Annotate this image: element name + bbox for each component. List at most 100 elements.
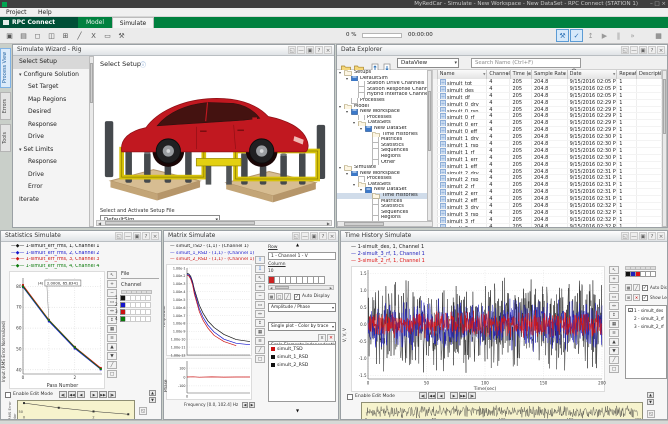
table-row[interactable]: simult_tgt4205204.89/15/2016 02:05 PM1 <box>433 79 662 86</box>
time-tool-icon[interactable]: ╱ <box>609 356 619 364</box>
expander-icon[interactable]: ▾ <box>19 69 22 82</box>
matrix-file-item[interactable]: simult_1_RSD <box>269 353 335 361</box>
filter-icon[interactable]: ▼ <box>563 70 565 79</box>
table-row[interactable]: simult_1_err4205204.89/15/2016 02:30 PM1 <box>433 155 662 162</box>
matrix-cell-strip[interactable] <box>268 276 324 284</box>
freq-next-button[interactable]: ▶ <box>249 402 255 408</box>
help-icon[interactable]: ? <box>315 46 323 54</box>
table-row[interactable]: simult_df4205204.89/15/2016 02:05 PM1 <box>433 93 662 100</box>
wizard-step-iterate[interactable]: Iterate <box>13 194 93 207</box>
time-tool-icon[interactable]: ▦ <box>609 320 619 328</box>
matrix-display-icon[interactable]: ▦ <box>268 293 275 300</box>
time-page-up-button[interactable]: ▲ <box>647 392 654 398</box>
table-row[interactable]: simult_2_rf4205204.89/15/2016 02:31 PM1 <box>433 182 662 189</box>
time-file-list[interactable]: ✓1 - simult_des2 - simult_3_rf3 - simult… <box>625 305 667 379</box>
search-input[interactable]: Search Name (Ctrl+F) <box>471 58 581 68</box>
stats-nav-prev-button[interactable]: ◀ <box>77 391 85 398</box>
column-header-channels[interactable]: Channels▼ <box>487 70 510 79</box>
table-row[interactable]: simult_2_drv4205204.89/15/2016 02:31 PM1 <box>433 169 662 176</box>
matrix-tool-icon[interactable]: □ <box>255 355 265 363</box>
time-page-down-button[interactable]: ▼ <box>647 399 654 405</box>
matrix-tool-icon[interactable]: ▭ <box>255 301 265 309</box>
wizard-step-response[interactable]: Response <box>13 119 93 132</box>
time-thumbnail[interactable]: 050100150200 <box>361 402 643 419</box>
toolbar-icon-pause[interactable]: ‖ <box>612 29 625 42</box>
time-nav-first-button[interactable]: ◀| <box>419 392 427 399</box>
time-nav-next-button[interactable]: ▶ <box>450 392 458 399</box>
toolbar-icon-print-preview[interactable]: ▤ <box>17 29 30 42</box>
toolbar-icon-window-layout-single[interactable]: ◻ <box>31 29 44 42</box>
time-auto-display-checkbox[interactable]: ✓ <box>642 285 648 291</box>
table-row[interactable]: simult_des4205204.89/15/2016 02:05 PM1 <box>433 86 662 93</box>
filter-icon[interactable]: ▼ <box>658 70 660 79</box>
matrix-tool-icon[interactable]: + <box>255 283 265 291</box>
statistics-chrome[interactable]: ◱—▣?× <box>115 232 159 240</box>
time-expand-icon[interactable]: ◱ <box>647 410 655 418</box>
content-hscrollbar[interactable]: ◀ ▶ <box>96 220 332 226</box>
table-row[interactable]: simult_0_drv4205204.89/15/2016 02:29 PM1 <box>433 100 662 107</box>
table-row[interactable]: simult_3_rf4205204.89/15/2016 02:32 PM1 <box>433 217 662 224</box>
page-down-button[interactable]: ▼ <box>149 397 156 403</box>
stats-nav-first-button[interactable]: ◀| <box>59 391 67 398</box>
stats-nav-next-page-button[interactable]: ▶▶ <box>99 391 107 398</box>
column-header-repeats[interactable]: Repeats▼ <box>617 70 637 79</box>
table-row[interactable]: simult_3_err4205204.89/15/2016 02:32 PM1 <box>433 224 662 227</box>
stats-plot[interactable]: 4050607080022.0000, 65.8341(4)Pass Numbe… <box>9 271 105 389</box>
time-tool-icon[interactable]: ↖ <box>609 266 619 274</box>
matrix-auto-display-checkbox[interactable]: ✓ <box>294 294 300 300</box>
table-row[interactable]: simult_3_drv4205204.89/15/2016 02:32 PM1 <box>433 203 662 210</box>
minimize-icon[interactable]: — <box>630 46 638 54</box>
toolbar-icon-setup-tools[interactable]: ⚒ <box>556 29 569 42</box>
row-value[interactable]: 1 - Channel 1 - V <box>268 252 336 260</box>
grid-cell[interactable] <box>145 316 151 322</box>
wizard-step-set-target[interactable]: Set Target <box>13 81 93 94</box>
stats-nav-last-button[interactable]: |▶ <box>108 391 116 398</box>
help-icon[interactable]: ? <box>319 232 327 240</box>
time-tool-icon[interactable]: + <box>609 275 619 283</box>
close-icon[interactable]: × <box>328 232 336 240</box>
time-file-item[interactable]: ✓1 - simult_des <box>626 306 666 314</box>
stats-tool-icon[interactable]: + <box>107 280 117 288</box>
filter-icon[interactable]: ▼ <box>613 70 615 79</box>
matrix-display-icon[interactable]: ╱ <box>284 293 291 300</box>
toolbar-icon-step[interactable]: » <box>626 29 639 42</box>
matrix-strip-scrollbar[interactable]: ◀▶ <box>268 285 334 290</box>
plot-view-icon[interactable]: ╱ <box>633 284 640 291</box>
channel-grid-row[interactable]: 1 <box>115 295 151 301</box>
stats-nav-prev-page-button[interactable]: ◀◀ <box>68 391 76 398</box>
link-button[interactable]: ¤ <box>318 334 326 342</box>
matrix-file-list[interactable]: simult_TSDsimult_1_RSDsimult_2_RSD <box>268 344 336 402</box>
float-icon[interactable]: ◱ <box>292 232 300 240</box>
minimize-icon[interactable]: — <box>301 232 309 240</box>
time-show-legend-checkbox[interactable]: ✓ <box>642 295 648 301</box>
channel-grid-row[interactable]: 3 <box>115 309 151 315</box>
splitter-down-icon[interactable]: ▼ <box>296 408 299 413</box>
stats-tool-icon[interactable]: ≡ <box>107 334 117 342</box>
move-up-icon[interactable]: ⇧ <box>255 256 265 264</box>
stats-tool-icon[interactable]: ╱ <box>107 361 117 369</box>
matrix-tool-icon[interactable]: ▦ <box>255 328 265 336</box>
filter-icon[interactable]: ▼ <box>483 70 485 79</box>
add-icon[interactable]: ⊞ <box>625 294 632 301</box>
float-icon[interactable]: ◱ <box>621 46 629 54</box>
time-tool-icon[interactable]: ↔ <box>609 302 619 310</box>
time-history-chrome[interactable]: ◱—▣?× <box>621 232 665 240</box>
table-row[interactable]: simult_2_eff4205204.89/15/2016 02:31 PM1 <box>433 196 662 203</box>
tab-simulate[interactable]: Simulate <box>112 17 154 28</box>
filter-icon[interactable]: ▼ <box>528 70 530 79</box>
column-header-sample-rate-hz-[interactable]: Sample Rate (Hz)▼ <box>532 70 568 79</box>
wizard-chrome[interactable]: ◱—▣?× <box>288 46 332 54</box>
side-tab-tools[interactable]: Tools <box>0 124 11 152</box>
time-enable-edit-mode-checkbox[interactable] <box>347 394 353 400</box>
wizard-step-set-limits[interactable]: ▾Set Limits <box>13 144 93 157</box>
view-dropdown[interactable]: DataView▾ <box>397 58 459 68</box>
minimize-icon[interactable]: — <box>124 232 132 240</box>
wizard-step-configure-solution[interactable]: ▾Configure Solution <box>13 69 93 82</box>
file-checkbox[interactable]: ✓ <box>628 308 633 313</box>
toolbar-icon-station-setup[interactable]: ✓ <box>570 29 583 42</box>
close-icon[interactable]: × <box>657 232 665 240</box>
dock-icon[interactable]: ▣ <box>639 232 647 240</box>
time-plot[interactable]: -1.5-1.0-0.50.00.51.01.5050100150200Time… <box>351 266 605 392</box>
data-grid-icon[interactable]: ▦ <box>652 29 665 42</box>
filter-icon[interactable]: ▼ <box>506 70 508 79</box>
